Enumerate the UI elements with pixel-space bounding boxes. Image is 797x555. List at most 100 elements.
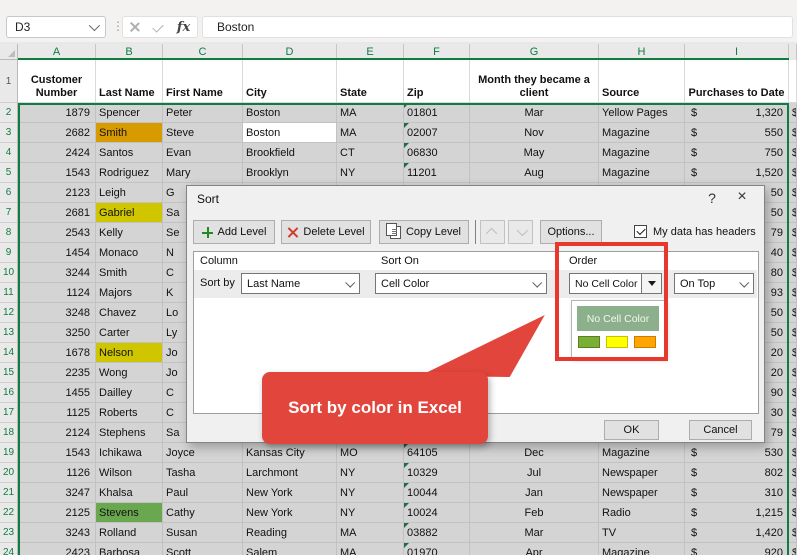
cell-clipped-18[interactable]: $ [789,423,797,443]
cell-B15[interactable]: Wong [96,363,163,383]
row-header-11[interactable]: 11 [0,283,18,303]
cell-clipped-8[interactable]: $ [789,223,797,243]
cell-G22[interactable]: Feb [470,503,599,523]
row-header-17[interactable]: 17 [0,403,18,423]
cell-C3[interactable]: Steve [163,123,243,143]
header-cell-g[interactable]: Month they became a client [470,60,599,103]
cell-B13[interactable]: Carter [96,323,163,343]
row-header-1[interactable]: 1 [0,60,18,103]
row-header-8[interactable]: 8 [0,223,18,243]
cell-H24[interactable]: Magazine [599,543,685,555]
color-swatch-yellow[interactable] [606,336,628,348]
cell-clipped-21[interactable]: $ [789,483,797,503]
cell-H22[interactable]: Radio [599,503,685,523]
color-swatch-green[interactable] [578,336,600,348]
column-header-clipped[interactable] [789,44,797,60]
cell-C20[interactable]: Tasha [163,463,243,483]
cell-E24[interactable]: MA [337,543,404,555]
cell-clipped-23[interactable]: $ [789,523,797,543]
row-header-15[interactable]: 15 [0,363,18,383]
cell-E5[interactable]: NY [337,163,404,183]
cell-clipped-22[interactable]: $ [789,503,797,523]
cell-F4[interactable]: 06830 [404,143,470,163]
row-header-14[interactable]: 14 [0,343,18,363]
cell-C5[interactable]: Mary [163,163,243,183]
cell-H21[interactable]: Newspaper [599,483,685,503]
cell-F24[interactable]: 01970 [404,543,470,555]
cell-I22[interactable]: $1,215 [685,503,789,523]
cell-clipped-15[interactable]: $ [789,363,797,383]
cell-E2[interactable]: MA [337,103,404,123]
name-box[interactable]: D3 [6,16,106,38]
row-header-21[interactable]: 21 [0,483,18,503]
cell-H4[interactable]: Magazine [599,143,685,163]
cell-D4[interactable]: Brookfield [243,143,337,163]
row-header-9[interactable]: 9 [0,243,18,263]
cell-clipped-17[interactable]: $ [789,403,797,423]
cell-G23[interactable]: Mar [470,523,599,543]
cell-B16[interactable]: Dailley [96,383,163,403]
cell-E3[interactable]: MA [337,123,404,143]
cell-clipped-16[interactable]: $ [789,383,797,403]
ok-button[interactable]: OK [604,420,659,440]
header-cell-c[interactable]: First Name [163,60,243,103]
cell-F20[interactable]: 10329 [404,463,470,483]
cancel-button[interactable]: Cancel [689,420,752,440]
cell-A15[interactable]: 2235 [18,363,96,383]
cell-B10[interactable]: Smith [96,263,163,283]
cell-F5[interactable]: 11201 [404,163,470,183]
formula-input[interactable]: Boston [202,16,793,38]
cell-I2[interactable]: $1,320 [685,103,789,123]
cell-G24[interactable]: Apr [470,543,599,555]
cell-C19[interactable]: Joyce [163,443,243,463]
cell-C21[interactable]: Paul [163,483,243,503]
cell-A24[interactable]: 2423 [18,543,96,555]
cell-D3[interactable]: Boston [243,123,337,143]
cell-A5[interactable]: 1543 [18,163,96,183]
cell-E20[interactable]: NY [337,463,404,483]
move-up-button[interactable] [480,220,505,244]
header-cell-e[interactable]: State [337,60,404,103]
cell-clipped-5[interactable]: $ [789,163,797,183]
cell-B5[interactable]: Rodriguez [96,163,163,183]
column-dropdown[interactable]: Last Name [241,273,360,294]
cell-I4[interactable]: $750 [685,143,789,163]
cell-F2[interactable]: 01801 [404,103,470,123]
cell-B22[interactable]: Stevens [96,503,163,523]
cell-D21[interactable]: New York [243,483,337,503]
cell-H23[interactable]: TV [599,523,685,543]
row-header-16[interactable]: 16 [0,383,18,403]
cell-G21[interactable]: Jan [470,483,599,503]
cell-I24[interactable]: $920 [685,543,789,555]
row-header-4[interactable]: 4 [0,143,18,163]
order-dropdown[interactable]: No Cell Color [569,273,642,294]
cell-B2[interactable]: Spencer [96,103,163,123]
cell-G4[interactable]: May [470,143,599,163]
cell-D2[interactable]: Boston [243,103,337,123]
cell-clipped-12[interactable]: $ [789,303,797,323]
cell-clipped-3[interactable]: $ [789,123,797,143]
options-button[interactable]: Options... [540,220,602,244]
row-header-22[interactable]: 22 [0,503,18,523]
row-header-3[interactable]: 3 [0,123,18,143]
help-icon[interactable]: ? [704,190,720,206]
cell-B4[interactable]: Santos [96,143,163,163]
cell-A7[interactable]: 2681 [18,203,96,223]
my-data-has-headers-checkbox[interactable] [634,225,647,238]
header-cell-f[interactable]: Zip [404,60,470,103]
row-header-12[interactable]: 12 [0,303,18,323]
cell-A14[interactable]: 1678 [18,343,96,363]
position-dropdown[interactable]: On Top [674,273,754,294]
cell-I23[interactable]: $1,420 [685,523,789,543]
cell-clipped-24[interactable]: $ [789,543,797,555]
cell-I5[interactable]: $1,520 [685,163,789,183]
header-cell-h[interactable]: Source [599,60,685,103]
header-cell-a[interactable]: Customer Number [18,60,96,103]
cell-I20[interactable]: $802 [685,463,789,483]
cell-B8[interactable]: Kelly [96,223,163,243]
row-header-13[interactable]: 13 [0,323,18,343]
cell-B21[interactable]: Khalsa [96,483,163,503]
cell-D23[interactable]: Reading [243,523,337,543]
row-header-7[interactable]: 7 [0,203,18,223]
order-dropdown-arrow[interactable] [641,273,662,294]
